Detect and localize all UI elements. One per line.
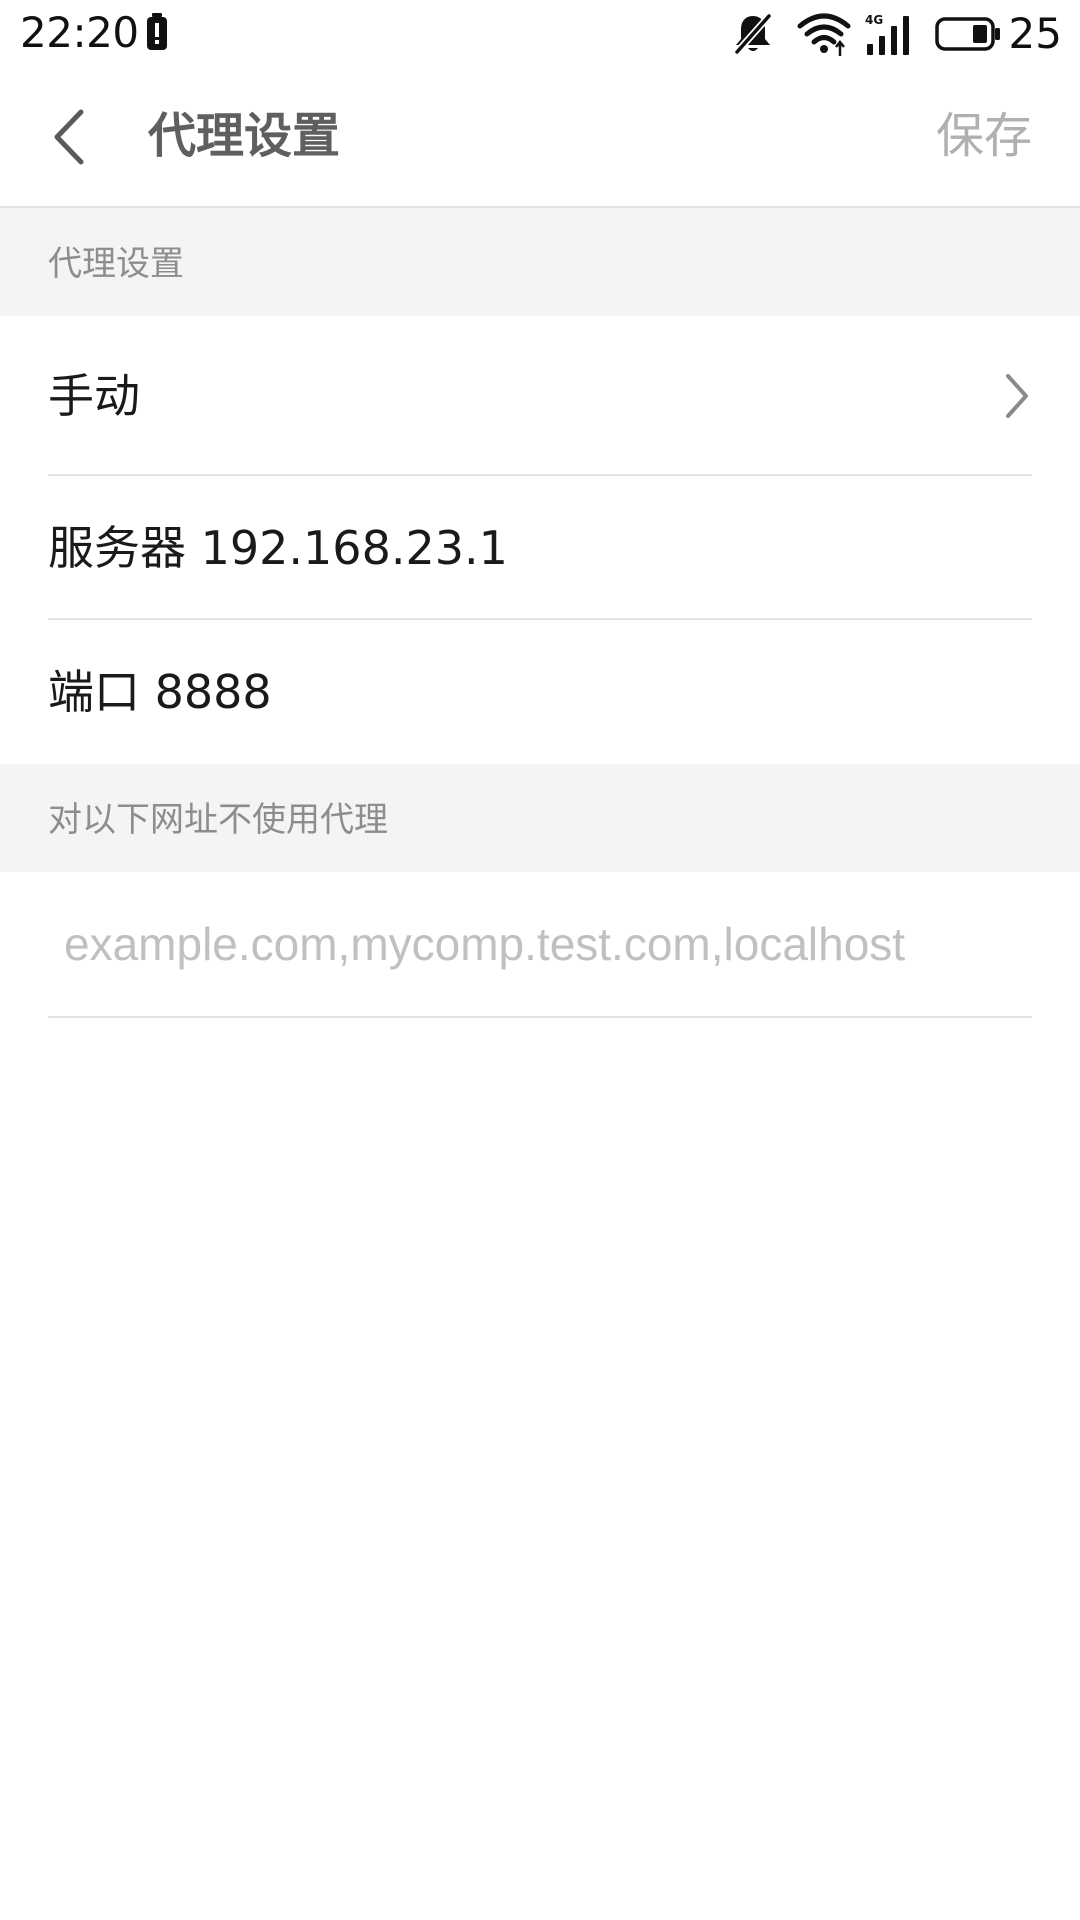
proxy-settings-screen: 22:20 4G 25 代理设置 保存 代理设置 手动 服务器 192.168.… <box>0 0 1080 1920</box>
status-bar: 22:20 4G 25 <box>0 0 1080 66</box>
proxy-server-label: 服务器 192.168.23.1 <box>48 521 508 575</box>
proxy-server-row[interactable]: 服务器 192.168.23.1 <box>0 476 1080 620</box>
proxy-port-row[interactable]: 端口 8888 <box>0 620 1080 764</box>
chevron-left-icon <box>54 109 84 165</box>
bypass-input-row <box>0 872 1080 1018</box>
section-header-bypass: 对以下网址不使用代理 <box>0 764 1080 872</box>
back-button[interactable] <box>34 102 104 172</box>
section-header-label: 代理设置 <box>48 244 184 284</box>
cell-signal-icon: 4G <box>865 13 909 55</box>
proxy-mode-row[interactable]: 手动 <box>0 316 1080 476</box>
bypass-hosts-input[interactable] <box>48 872 1032 1016</box>
proxy-mode-label: 手动 <box>48 369 140 423</box>
status-time: 22:20 <box>20 8 139 57</box>
section-header-label: 对以下网址不使用代理 <box>48 800 388 840</box>
toolbar: 代理设置 保存 <box>0 66 1080 208</box>
battery-icon <box>934 17 1000 51</box>
divider <box>48 1016 1032 1018</box>
section-header-proxy: 代理设置 <box>0 208 1080 316</box>
save-button[interactable]: 保存 <box>936 104 1032 168</box>
battery-alert-icon <box>147 13 167 50</box>
page-title: 代理设置 <box>148 108 341 164</box>
mute-icon <box>733 13 772 55</box>
status-icons: 4G 25 <box>731 9 1062 59</box>
proxy-port-label: 端口 8888 <box>48 665 272 719</box>
chevron-right-icon <box>1006 374 1028 418</box>
network-type-label: 4G <box>865 13 883 27</box>
wifi-icon <box>797 13 851 56</box>
battery-level: 25 <box>1008 9 1062 58</box>
